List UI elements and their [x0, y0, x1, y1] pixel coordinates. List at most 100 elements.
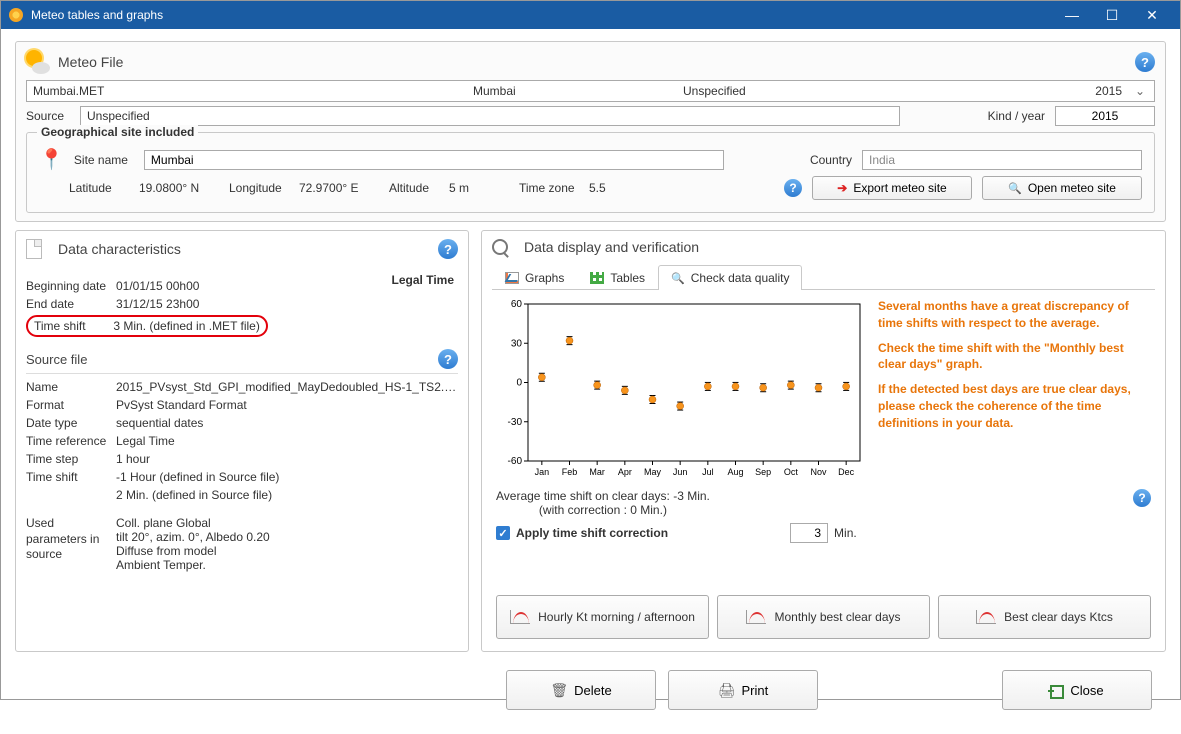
sf-usedparams-v2: tilt 20°, azim. 0°, Albedo 0.20 [116, 530, 458, 544]
altitude-label: Altitude [389, 181, 439, 195]
monthly-best-button[interactable]: Monthly best clear days [717, 595, 930, 639]
sf-timestep-label: Time step [26, 452, 116, 466]
export-meteo-button[interactable]: ➔Export meteo site [812, 176, 972, 200]
meteo-filename[interactable]: Mumbai.MET [33, 84, 463, 98]
tab-check-label: Check data quality [691, 271, 790, 285]
delete-label: Delete [574, 683, 612, 698]
close-button[interactable]: Close [1002, 670, 1152, 710]
meteo-file-panel: Meteo File ? Mumbai.MET Mumbai Unspecifi… [15, 41, 1166, 222]
sf-timeshift-value2: 2 Min. (defined in Source file) [116, 488, 458, 502]
sf-timeref-label: Time reference [26, 434, 116, 448]
country-label: Country [810, 153, 852, 167]
svg-text:Oct: Oct [784, 467, 799, 477]
window-title: Meteo tables and graphs [31, 8, 1052, 22]
tab-graphs-label: Graphs [525, 271, 564, 285]
data-characteristics-panel: Data characteristics ? Beginning date 01… [15, 230, 469, 652]
warning-text: Several months have a great discrepancy … [878, 298, 1151, 483]
sf-timestep-value: 1 hour [116, 452, 458, 466]
print-label: Print [742, 683, 769, 698]
close-window-button[interactable]: ✕ [1132, 1, 1172, 29]
sf-datetype-value: sequential dates [116, 416, 458, 430]
time-shift-label: Time shift [34, 319, 110, 333]
svg-text:Feb: Feb [562, 467, 578, 477]
help-button-avg[interactable]: ? [1133, 489, 1151, 507]
country-input[interactable] [862, 150, 1142, 170]
sf-name-value: 2015_PVsyst_Std_GPI_modified_MayDedouble… [116, 380, 458, 394]
avg-line2: (with correction : 0 Min.) [496, 503, 710, 517]
trash-icon [550, 682, 568, 699]
meteo-file-header: Meteo File [58, 54, 123, 70]
sf-datetype-label: Date type [26, 416, 116, 430]
end-date-value: 31/12/15 23h00 [116, 297, 392, 311]
sf-usedparams-v1: Coll. plane Global [116, 516, 458, 530]
end-date-label: End date [26, 297, 116, 311]
source-file-header: Source file [26, 352, 87, 367]
exit-icon [1050, 683, 1064, 697]
sf-timeref-value: Legal Time [116, 434, 458, 448]
time-shift-highlight: Time shift 3 Min. (defined in .MET file) [26, 315, 268, 337]
sf-format-value: PvSyst Standard Format [116, 398, 458, 412]
svg-text:60: 60 [511, 299, 523, 310]
svg-text:Jun: Jun [673, 467, 688, 477]
source-input[interactable] [80, 106, 900, 126]
svg-text:30: 30 [511, 338, 523, 349]
begin-date-value: 01/01/15 00h00 [116, 279, 392, 293]
geo-fieldset: Geographical site included 📍 Site name C… [26, 132, 1155, 213]
source-label: Source [26, 109, 70, 123]
meteo-spec: Unspecified [683, 84, 1052, 98]
svg-text:Apr: Apr [618, 467, 632, 477]
help-button-sourcefile[interactable]: ? [438, 349, 458, 369]
site-name-input[interactable] [144, 150, 724, 170]
apply-correction-checkbox[interactable]: ✓ [496, 526, 510, 540]
svg-text:Jan: Jan [535, 467, 550, 477]
time-shift-value: 3 Min. (defined in .MET file) [113, 319, 260, 333]
kind-year-input[interactable] [1055, 106, 1155, 126]
help-button-geo[interactable]: ? [784, 179, 802, 197]
altitude-value: 5 m [449, 181, 509, 195]
best-clear-ktcs-label: Best clear days Ktcs [1004, 610, 1113, 624]
tab-graphs[interactable]: Graphs [492, 265, 577, 290]
open-meteo-button[interactable]: Open meteo site [982, 176, 1142, 200]
verification-tabs: Graphs Tables Check data quality [492, 265, 1155, 290]
delete-button[interactable]: Delete [506, 670, 656, 710]
latitude-value: 19.0800° N [139, 181, 219, 195]
export-meteo-label: Export meteo site [853, 181, 946, 195]
longitude-value: 72.9700° E [299, 181, 379, 195]
svg-text:May: May [644, 467, 662, 477]
meteo-year: 2015 [1062, 84, 1122, 98]
dropdown-chevron-icon[interactable]: ⌄ [1132, 84, 1148, 98]
warning-p3: If the detected best days are true clear… [878, 381, 1151, 431]
time-shift-chart: -60-3003060JanFebMarAprMayJunJulAugSepOc… [496, 298, 866, 483]
maximize-button[interactable]: ☐ [1092, 1, 1132, 29]
close-label: Close [1070, 683, 1103, 698]
sf-timeshift-value1: -1 Hour (defined in Source file) [116, 470, 458, 484]
print-button[interactable]: Print [668, 670, 818, 710]
hourly-kt-button[interactable]: Hourly Kt morning / afternoon [496, 595, 709, 639]
best-clear-ktcs-button[interactable]: Best clear days Ktcs [938, 595, 1151, 639]
warning-p1: Several months have a great discrepancy … [878, 298, 1151, 332]
svg-text:Mar: Mar [589, 467, 605, 477]
tab-check-quality[interactable]: Check data quality [658, 265, 802, 290]
longitude-label: Longitude [229, 181, 289, 195]
monthly-best-label: Monthly best clear days [774, 610, 900, 624]
help-button-datachar[interactable]: ? [438, 239, 458, 259]
correction-value-input[interactable] [790, 523, 828, 543]
geo-legend: Geographical site included [37, 125, 198, 139]
minimize-button[interactable]: — [1052, 1, 1092, 29]
tab-tables[interactable]: Tables [577, 265, 658, 290]
legal-time-label: Legal Time [392, 273, 458, 311]
search-icon [1008, 181, 1022, 195]
avg-line1: Average time shift on clear days: -3 Min… [496, 489, 710, 503]
hourly-kt-label: Hourly Kt morning / afternoon [538, 610, 695, 624]
titlebar: Meteo tables and graphs — ☐ ✕ [1, 1, 1180, 29]
svg-text:Aug: Aug [727, 467, 743, 477]
sf-usedparams-v4: Ambient Temper. [116, 558, 458, 572]
svg-text:Sep: Sep [755, 467, 771, 477]
data-display-panel: Data display and verification Graphs Tab… [481, 230, 1166, 652]
sf-format-label: Format [26, 398, 116, 412]
data-char-header: Data characteristics [58, 241, 181, 257]
svg-text:Dec: Dec [838, 467, 855, 477]
check-icon [671, 271, 685, 285]
tab-tables-label: Tables [610, 271, 645, 285]
help-button-meteo[interactable]: ? [1135, 52, 1155, 72]
